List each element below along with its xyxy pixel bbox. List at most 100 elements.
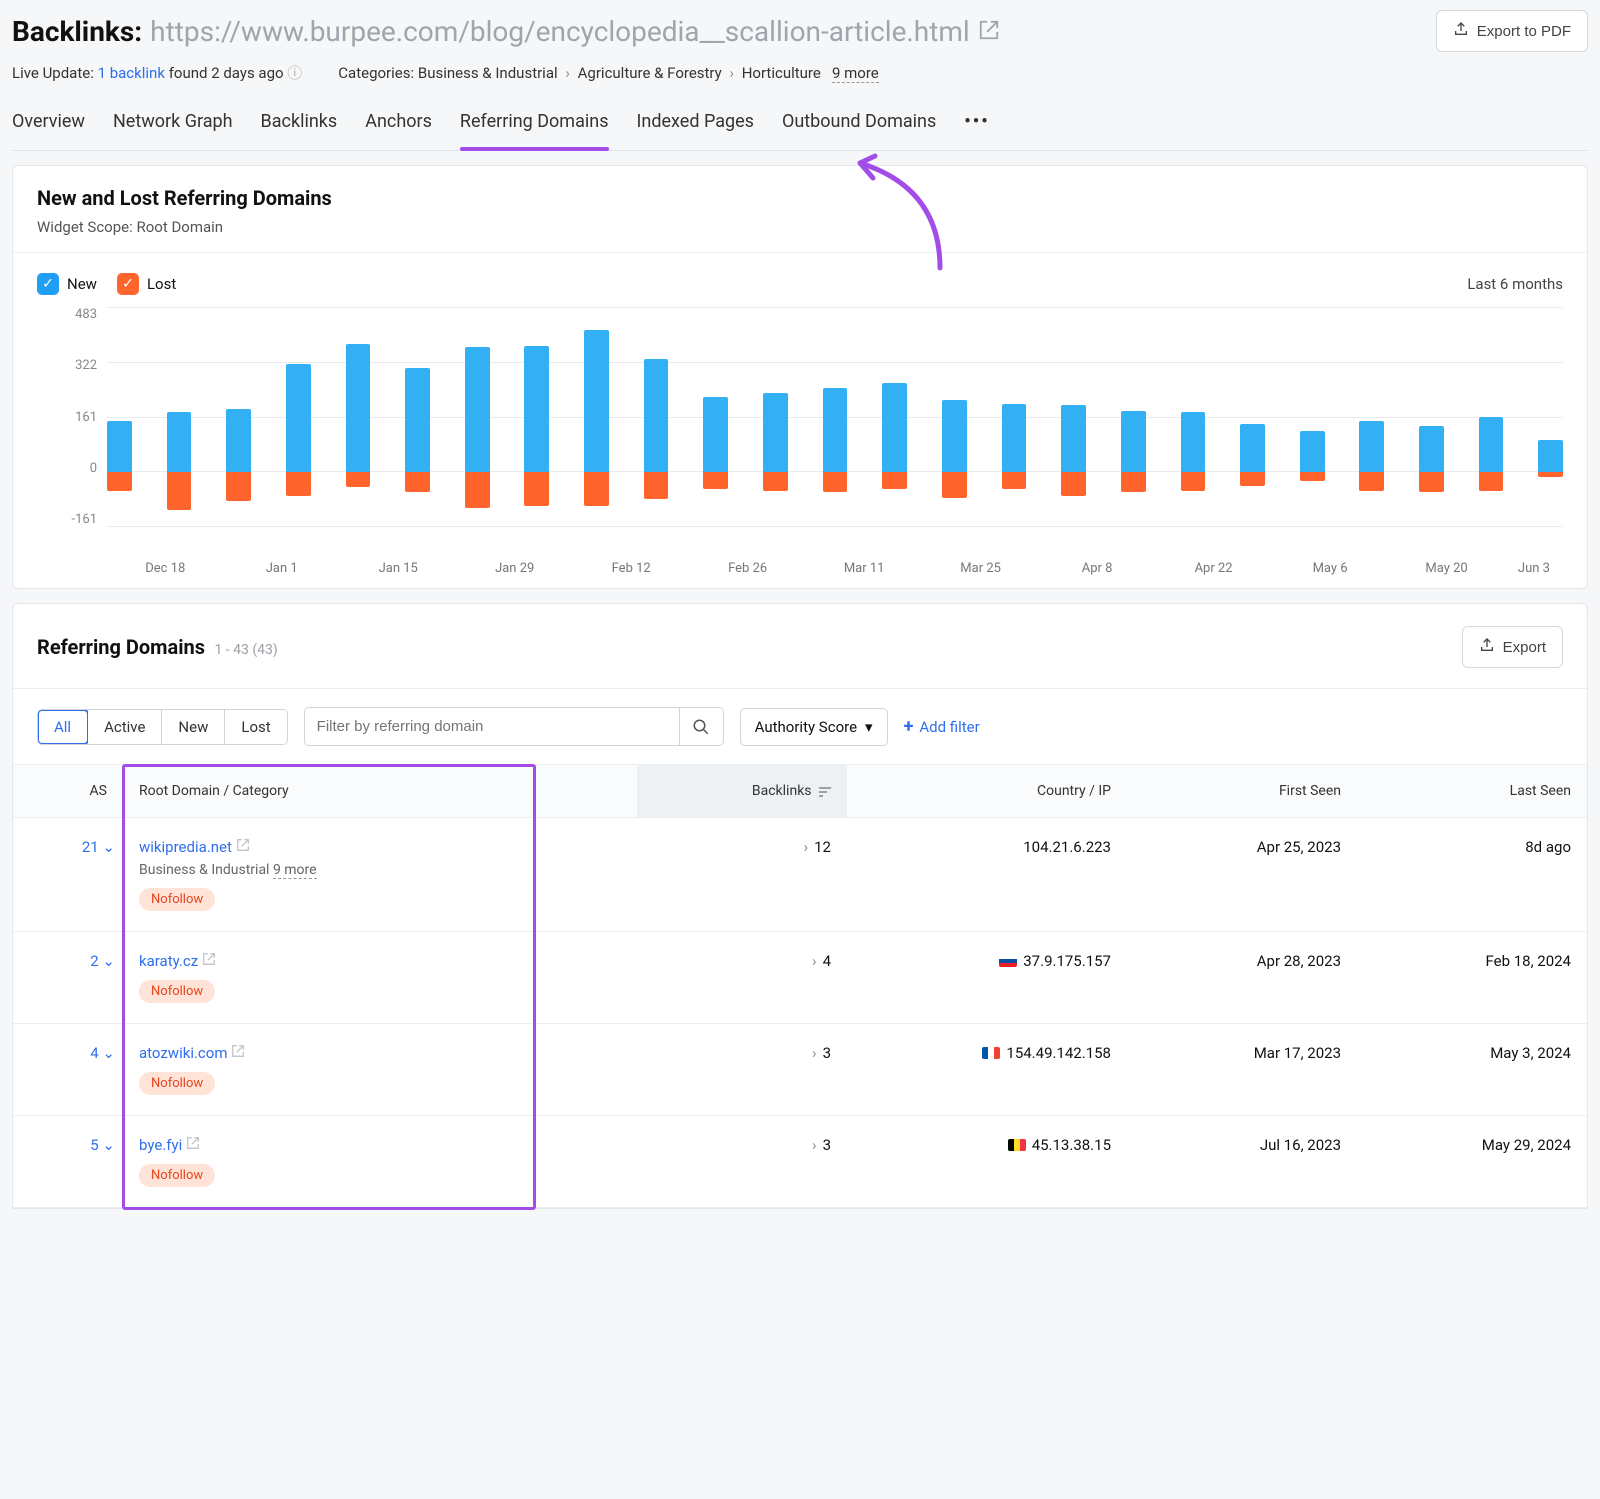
nofollow-badge: Nofollow	[139, 980, 215, 1003]
chevron-down-icon[interactable]: ⌄	[102, 1136, 115, 1154]
category-crumb[interactable]: Business & Industrial	[418, 64, 558, 82]
segment-active[interactable]: Active	[88, 710, 162, 744]
widget-title: New and Lost Referring Domains	[37, 186, 1563, 210]
export-button[interactable]: Export	[1462, 626, 1563, 668]
chart-bar[interactable]	[942, 307, 967, 527]
checkbox-new[interactable]: ✓	[37, 273, 59, 295]
chevron-down-icon[interactable]: ⌄	[102, 952, 115, 970]
chart-bar[interactable]	[226, 307, 251, 527]
chart-bar[interactable]	[1240, 307, 1265, 527]
tab-network-graph[interactable]: Network Graph	[113, 103, 233, 150]
chart-bar[interactable]	[1479, 307, 1504, 527]
last-seen: Feb 18, 2024	[1486, 952, 1572, 970]
chart-bar[interactable]	[763, 307, 788, 527]
domain-link[interactable]: bye.fyi	[139, 1136, 182, 1154]
nofollow-badge: Nofollow	[139, 1164, 215, 1187]
export-pdf-button[interactable]: Export to PDF	[1436, 10, 1588, 52]
external-link-icon[interactable]	[186, 1136, 200, 1154]
chart-bar[interactable]	[1300, 307, 1325, 527]
info-icon[interactable]: ⓘ	[287, 64, 302, 82]
chevron-right-icon: ›	[565, 64, 570, 82]
category-crumb[interactable]: Horticulture	[742, 64, 821, 82]
tab-more[interactable]: •••	[964, 103, 989, 150]
external-link-icon[interactable]	[236, 838, 250, 856]
chart-bar[interactable]	[1002, 307, 1027, 527]
domain-link[interactable]: atozwiki.com	[139, 1044, 227, 1062]
ip-address: 104.21.6.223	[1023, 838, 1111, 856]
external-link-icon[interactable]	[202, 952, 216, 970]
col-domain[interactable]: Root Domain / Category	[123, 765, 637, 818]
as-value[interactable]: 5	[90, 1136, 98, 1154]
chart-bar[interactable]	[346, 307, 371, 527]
plus-icon: +	[904, 716, 914, 737]
backlinks-count[interactable]: 3	[823, 1044, 831, 1062]
tab-anchors[interactable]: Anchors	[365, 103, 432, 150]
chevron-right-icon[interactable]: ›	[812, 952, 817, 970]
chart-range[interactable]: Last 6 months	[1467, 275, 1563, 293]
chart-bar[interactable]	[1121, 307, 1146, 527]
ip-address: 37.9.175.157	[1023, 952, 1111, 970]
checkbox-lost[interactable]: ✓	[117, 273, 139, 295]
tab-referring-domains[interactable]: Referring Domains	[460, 103, 609, 150]
add-filter-button[interactable]: + Add filter	[904, 716, 980, 737]
first-seen: Apr 28, 2023	[1257, 952, 1341, 970]
col-last-seen[interactable]: Last Seen	[1357, 765, 1587, 818]
tab-outbound-domains[interactable]: Outbound Domains	[782, 103, 936, 150]
external-link-icon[interactable]	[978, 15, 1000, 48]
categories-more[interactable]: 9 more	[832, 64, 879, 83]
domain-link[interactable]: karaty.cz	[139, 952, 198, 970]
col-backlinks[interactable]: Backlinks	[637, 765, 847, 818]
col-first-seen[interactable]: First Seen	[1127, 765, 1357, 818]
x-tick: May 6	[1272, 561, 1388, 576]
search-input[interactable]	[305, 708, 679, 745]
col-as[interactable]: AS	[13, 765, 123, 818]
chevron-right-icon[interactable]: ›	[812, 1136, 817, 1154]
segment-new[interactable]: New	[162, 710, 225, 744]
chart-bar[interactable]	[405, 307, 430, 527]
tab-overview[interactable]: Overview	[12, 103, 85, 150]
as-value[interactable]: 4	[90, 1044, 98, 1062]
chart-bar[interactable]	[584, 307, 609, 527]
chevron-down-icon[interactable]: ⌄	[102, 838, 115, 856]
chevron-right-icon[interactable]: ›	[812, 1044, 817, 1062]
category-crumb[interactable]: Agriculture & Forestry	[578, 64, 722, 82]
category-more[interactable]: 9 more	[273, 862, 317, 879]
chart-bar[interactable]	[1419, 307, 1444, 527]
chart-bar[interactable]	[823, 307, 848, 527]
chart-bar[interactable]	[644, 307, 669, 527]
authority-score-dropdown[interactable]: Authority Score ▾	[740, 708, 888, 746]
backlinks-count[interactable]: 12	[814, 838, 831, 856]
chart-bar[interactable]	[524, 307, 549, 527]
flag-icon	[1008, 1139, 1026, 1151]
domain-category: Business & Industrial 9 more	[139, 862, 621, 878]
backlinks-count[interactable]: 3	[823, 1136, 831, 1154]
chart-bar[interactable]	[286, 307, 311, 527]
segment-lost[interactable]: Lost	[225, 710, 286, 744]
segment-all[interactable]: All	[38, 710, 88, 744]
as-value[interactable]: 2	[90, 952, 98, 970]
x-tick: Jun 3	[1505, 561, 1563, 576]
backlinks-count[interactable]: 4	[823, 952, 831, 970]
as-value[interactable]: 21	[82, 838, 99, 856]
chart-bar[interactable]	[703, 307, 728, 527]
chart-bar[interactable]	[167, 307, 192, 527]
col-backlinks-label: Backlinks	[752, 783, 812, 799]
live-update-link[interactable]: 1 backlink	[98, 64, 165, 82]
chevron-down-icon[interactable]: ⌄	[102, 1044, 115, 1062]
external-link-icon[interactable]	[231, 1044, 245, 1062]
domain-link[interactable]: wikipredia.net	[139, 838, 232, 856]
chart-bar[interactable]	[1538, 307, 1563, 527]
chart-bar[interactable]	[882, 307, 907, 527]
chart-bar[interactable]	[1359, 307, 1384, 527]
chart-bar[interactable]	[1181, 307, 1206, 527]
last-seen: May 29, 2024	[1482, 1136, 1571, 1154]
tab-backlinks[interactable]: Backlinks	[261, 103, 338, 150]
chart-bar[interactable]	[1061, 307, 1086, 527]
search-button[interactable]	[679, 708, 723, 745]
chevron-right-icon[interactable]: ›	[804, 838, 809, 856]
tab-indexed-pages[interactable]: Indexed Pages	[637, 103, 754, 150]
chart-bar[interactable]	[465, 307, 490, 527]
chart-bar[interactable]	[107, 307, 132, 527]
table-count: 1 - 43 (43)	[214, 642, 277, 658]
col-country[interactable]: Country / IP	[847, 765, 1127, 818]
